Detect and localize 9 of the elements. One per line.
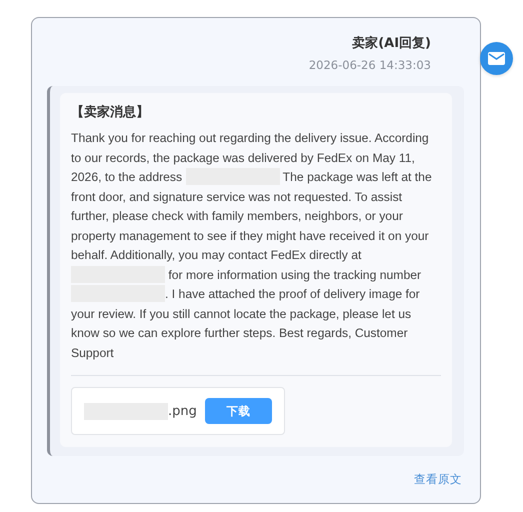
message-heading: 【卖家消息】	[71, 104, 150, 121]
view-original-link[interactable]: 查看原文	[414, 472, 462, 487]
message-text: Thank you for reaching out regarding the delivery issue. According to our records, the package was delivered by FedEx on May 11, 2026, to the address The package was left at the front door, and signature service was not requested. To assist further, please check with family members, neighbors, or your property management to see if they might have received it on your behalf. Additionally, you may contact FedEx directly at for more information using the tracking number . I have attached the proof of delivery image for your review. If you still cannot locate the package, please let us know so we can explore further steps. Best regards, Customer Support	[71, 130, 433, 362]
sender-name: 卖家(AI回复)	[352, 34, 431, 52]
message-time: 2026-06-26 14:33:03	[308, 58, 431, 72]
file-name: .png	[168, 404, 197, 418]
mail-icon	[488, 52, 505, 65]
download-button[interactable]: 下载	[204, 398, 272, 424]
mail-button[interactable]	[480, 42, 513, 75]
